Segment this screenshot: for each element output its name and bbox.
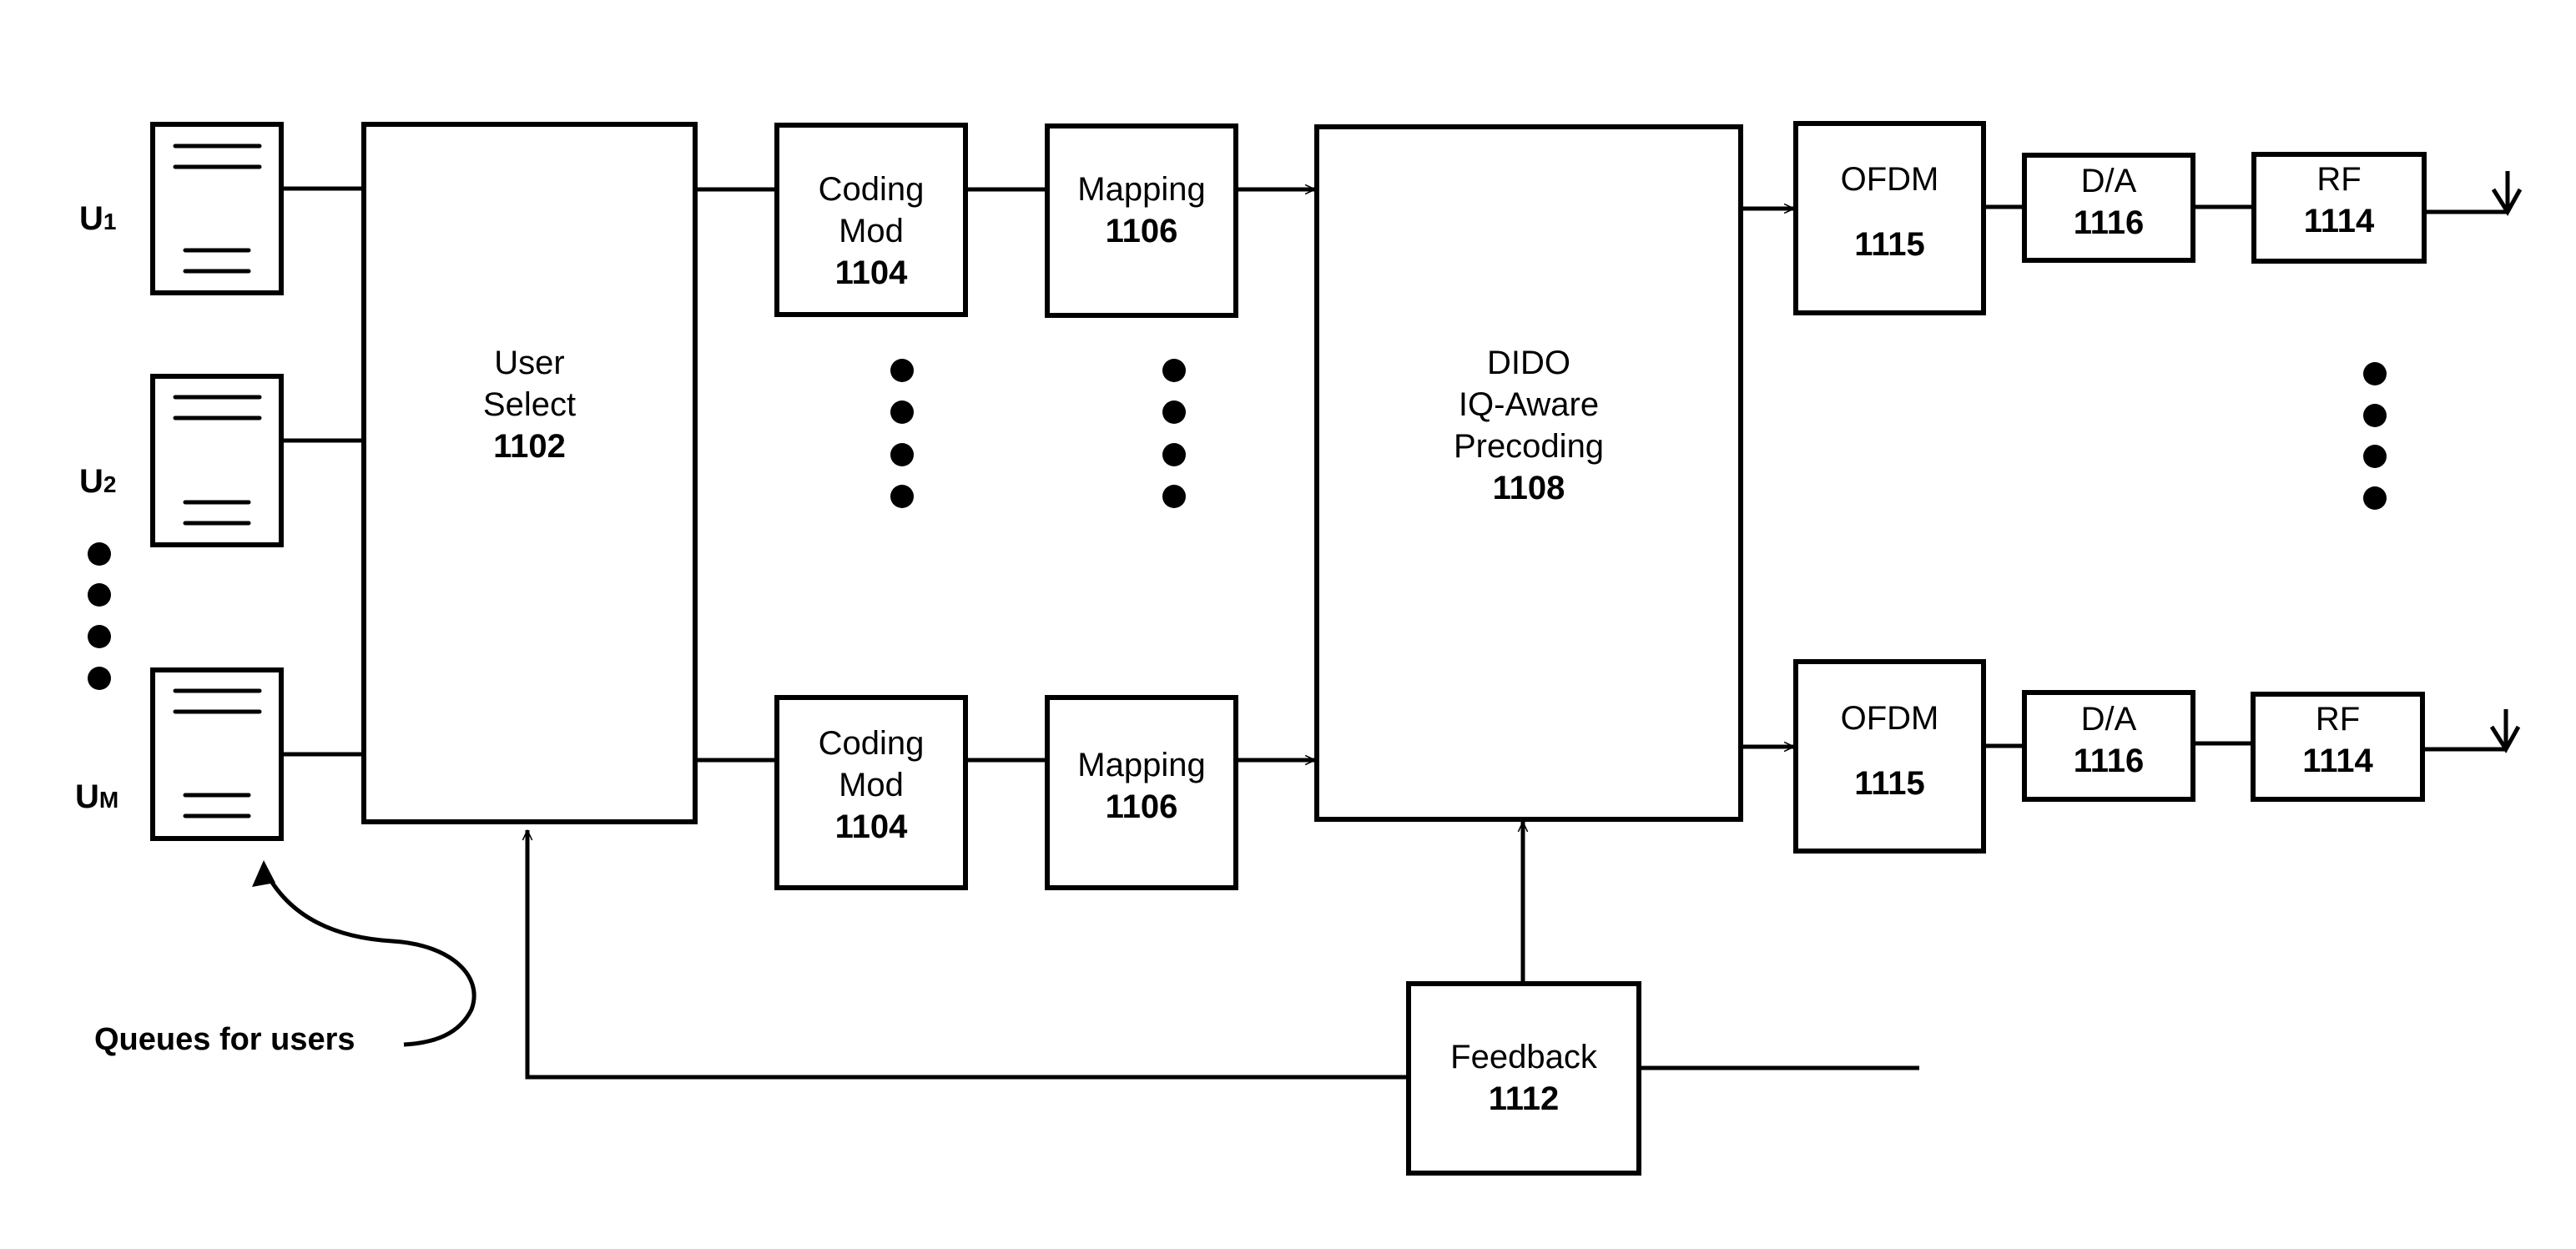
block-label: RF [2316, 701, 2360, 738]
block-label: Mod [839, 767, 904, 803]
antenna-bottom-icon [2422, 709, 2521, 753]
block-reference-number: 1106 [1106, 788, 1178, 825]
block-label: OFDM [1841, 700, 1939, 737]
block-label: DIDO [1487, 345, 1570, 381]
da-block-top: D/A 1116 [2022, 153, 2195, 263]
da-block-bottom: D/A 1116 [2022, 690, 2195, 802]
block-reference-number: 1115 [1854, 765, 1925, 802]
mapping-block-top: Mapping 1106 [1045, 123, 1238, 318]
block-reference-number: 1115 [1854, 226, 1925, 263]
block-reference-number: 1114 [2304, 203, 2375, 239]
feedback-block: Feedback 1112 [1406, 981, 1641, 1176]
block-reference-number: 1104 [835, 254, 909, 291]
queue-user-2 [150, 374, 284, 547]
coding-mod-block-top: Coding Mod 1104 [774, 123, 968, 317]
ellipsis-mapping-icon [1162, 359, 1186, 508]
annotation-curve [261, 866, 476, 1047]
block-label: D/A [2081, 701, 2137, 738]
user-label-m: UM [75, 778, 118, 815]
block-reference-number: 1112 [1489, 1080, 1560, 1117]
block-label: Select [483, 386, 576, 423]
block-reference-number: 1116 [2074, 743, 2145, 779]
queues-annotation-label: Queues for users [94, 1022, 355, 1057]
user-select-block: User Select 1102 [361, 122, 698, 824]
block-reference-number: 1108 [1493, 470, 1565, 506]
block-label: RF [2316, 161, 2361, 198]
rf-block-top: RF 1114 [2251, 152, 2427, 264]
block-outline [1793, 121, 1986, 315]
user-label-2: U2 [79, 463, 116, 500]
block-label: Mapping [1077, 747, 1205, 783]
block-label: IQ-Aware [1459, 386, 1599, 423]
precoding-block: DIDO IQ-Aware Precoding 1108 [1314, 124, 1743, 822]
block-label: Mapping [1077, 171, 1205, 208]
ofdm-block-bottom: OFDM 1115 [1793, 659, 1986, 854]
ellipsis-users-icon [88, 542, 111, 690]
ofdm-block-top: OFDM 1115 [1793, 121, 1986, 315]
antenna-top-icon [2424, 171, 2523, 216]
block-reference-number: 1114 [2302, 743, 2373, 779]
dido-transmitter-block-diagram: U1 U2 UM UserSelect1102 CodingMod1104 Co… [75, 121, 2523, 1176]
block-reference-number: 1116 [2074, 204, 2145, 241]
block-outline [1793, 659, 1986, 854]
block-label: Precoding [1454, 428, 1604, 465]
coding-mod-block-bottom: Coding Mod 1104 [774, 695, 968, 890]
user-label-1: U1 [79, 200, 116, 237]
block-outline [1406, 981, 1641, 1176]
block-label: User [494, 345, 564, 381]
block-outline [361, 122, 698, 824]
ellipsis-antennas-icon [2363, 362, 2387, 510]
block-label: Feedback [1450, 1039, 1598, 1075]
block-reference-number: 1104 [835, 808, 909, 845]
block-label: Mod [839, 213, 904, 249]
block-label: Coding [819, 725, 925, 762]
block-label: Coding [819, 171, 925, 208]
rf-block-bottom: RF 1114 [2251, 692, 2425, 802]
block-label: D/A [2081, 163, 2137, 199]
queue-user-m [150, 667, 284, 841]
ellipsis-coding-icon [890, 359, 914, 508]
block-reference-number: 1102 [493, 428, 566, 465]
block-reference-number: 1106 [1106, 213, 1178, 249]
block-label: OFDM [1841, 161, 1939, 198]
mapping-block-bottom: Mapping 1106 [1045, 695, 1238, 890]
annotation-arrowhead-icon [252, 860, 275, 887]
queue-user-1 [150, 122, 284, 295]
